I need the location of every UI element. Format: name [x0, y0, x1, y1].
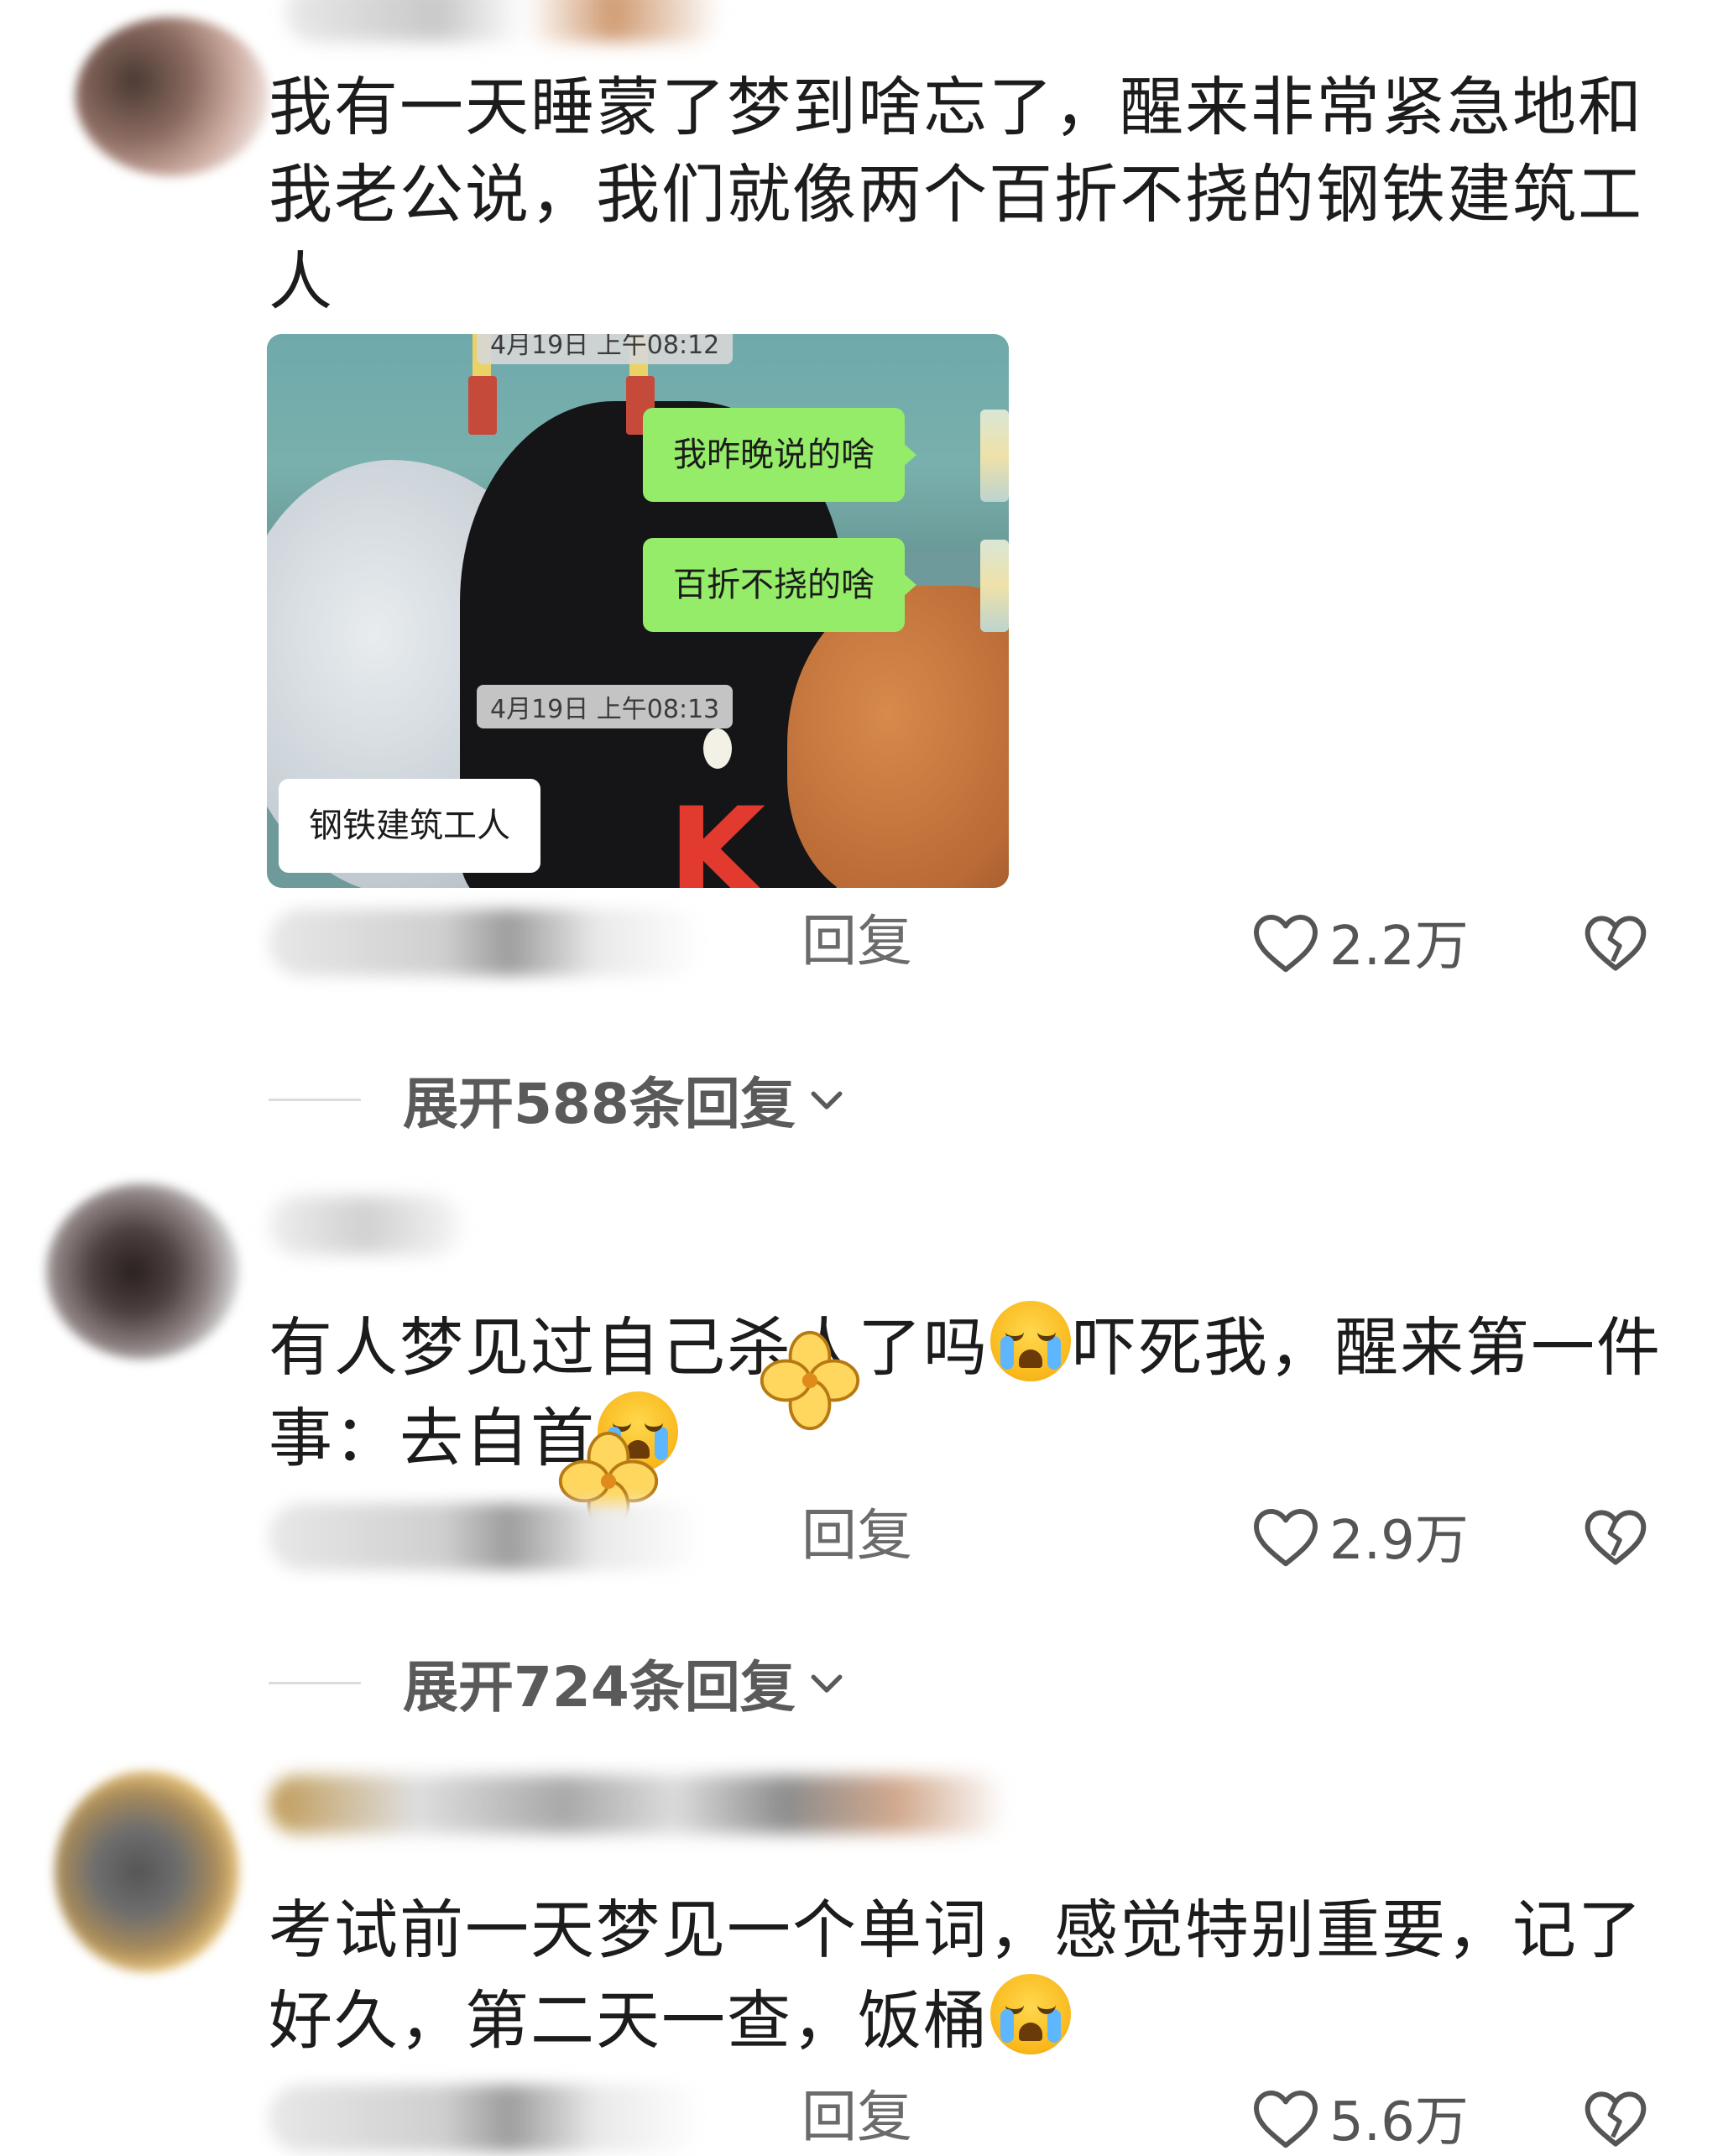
- like-button[interactable]: 5.6万: [1250, 2080, 1469, 2155]
- comment-text: 考试前一天梦见一个单词，感觉特别重要，记了好久，第二天一查，饭桶: [269, 1887, 1662, 2065]
- username[interactable]: [285, 0, 722, 42]
- expand-replies-button[interactable]: 展开724条回复: [269, 1645, 849, 1720]
- like-button[interactable]: 2.2万: [1250, 904, 1469, 979]
- chat-timestamp: 4月19日 上午08:13: [477, 685, 734, 728]
- crying-face-emoji: [990, 1301, 1071, 1381]
- broken-heart-icon: [1585, 2091, 1647, 2147]
- chevron-down-icon: [811, 1674, 843, 1693]
- dislike-button[interactable]: [1582, 908, 1649, 979]
- avatar[interactable]: [46, 1183, 239, 1360]
- chat-timestamp: 4月19日 上午08:12: [477, 334, 734, 364]
- crying-face-emoji: [990, 1974, 1071, 2054]
- dislike-button[interactable]: [1582, 2084, 1649, 2154]
- comment-text-part: 有人梦见过自己杀人了吗: [269, 1310, 989, 1385]
- dislike-button[interactable]: [1582, 1502, 1649, 1573]
- comment-date-blurred: [269, 909, 705, 976]
- comment-attached-image[interactable]: K 4月19日 上午08:12 我昨晚说的啥 百折不挠的啥 4月19日 上午08…: [267, 334, 1009, 888]
- like-button[interactable]: 2.9万: [1250, 1498, 1469, 1574]
- reply-button[interactable]: 回复: [801, 1498, 912, 1574]
- expand-replies-label: 展开724条回复: [403, 1655, 796, 1720]
- comment-text: 有人梦见过自己杀人了吗 吓死我，醒来第一件事：去自首: [269, 1301, 1662, 1482]
- comment-date-blurred: [269, 1503, 705, 1570]
- reply-button[interactable]: 回复: [801, 904, 912, 979]
- avatar[interactable]: [76, 17, 269, 176]
- username[interactable]: [269, 1775, 1007, 1834]
- image-background: [703, 728, 732, 769]
- like-count: 2.2万: [1329, 916, 1469, 978]
- chat-bubble-sent: 百折不挠的啥: [643, 538, 916, 632]
- comment-meta: 回复 2.9万: [269, 1498, 1679, 1574]
- comment-date-blurred: [269, 2085, 705, 2152]
- divider: [269, 1098, 361, 1101]
- broken-heart-icon: [1585, 916, 1647, 971]
- chat-bubble-sent: 我昨晚说的啥: [643, 408, 916, 502]
- avatar[interactable]: [55, 1771, 239, 1972]
- expand-replies-label: 展开588条回复: [403, 1072, 796, 1136]
- username[interactable]: [269, 1196, 462, 1255]
- expand-replies-button[interactable]: 展开588条回复: [269, 1062, 849, 1137]
- like-count: 5.6万: [1329, 2091, 1469, 2153]
- comment-meta: 回复 5.6万: [269, 2080, 1679, 2155]
- comment-text: 我有一天睡蒙了梦到啥忘了，醒来非常紧急地和我老公说，我们就像两个百折不挠的钢铁建…: [269, 70, 1643, 319]
- broken-heart-icon: [1585, 1510, 1647, 1565]
- flower-sticker-icon: [760, 1330, 860, 1431]
- divider: [269, 1681, 361, 1684]
- chevron-down-icon: [811, 1091, 843, 1109]
- chat-avatar: [980, 410, 1009, 502]
- image-background: [468, 376, 497, 435]
- comment-meta: 回复 2.2万: [269, 904, 1679, 979]
- heart-outline-icon: [1254, 2090, 1318, 2148]
- comment-text-part: 考试前一天梦见一个单词，感觉特别重要，记了好久，第二天一查，饭桶: [269, 1892, 1643, 2058]
- heart-outline-icon: [1254, 1508, 1318, 1567]
- chat-avatar: [980, 540, 1009, 632]
- shirt-letter: K: [668, 781, 766, 888]
- reply-button[interactable]: 回复: [801, 2080, 912, 2155]
- heart-outline-icon: [1254, 914, 1318, 973]
- like-count: 2.9万: [1329, 1510, 1469, 1572]
- chat-bubble-received: 钢铁建筑工人: [279, 779, 540, 873]
